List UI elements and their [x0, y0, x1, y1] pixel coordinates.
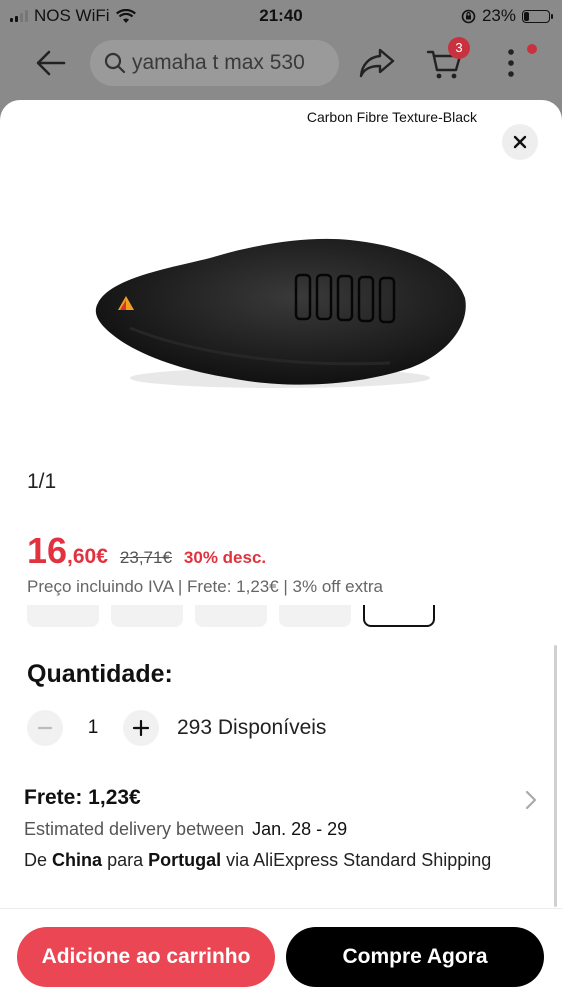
- shipping-section[interactable]: Frete: 1,23€ Estimated delivery between J…: [0, 775, 562, 905]
- battery-icon: [522, 9, 553, 23]
- quantity-title: Quantidade:: [27, 660, 173, 688]
- product-image[interactable]: [90, 228, 470, 403]
- route-connector: para: [107, 850, 144, 870]
- chevron-right-icon[interactable]: [525, 790, 537, 810]
- shipping-route: De China para Portugal via AliExpress St…: [24, 849, 504, 872]
- share-icon[interactable]: [358, 46, 396, 80]
- variant-swatch[interactable]: [111, 605, 183, 627]
- search-icon: [104, 52, 126, 74]
- price-integer: 16: [27, 530, 68, 571]
- search-text: yamaha t max 530: [132, 51, 305, 74]
- decrease-quantity-button[interactable]: [27, 710, 63, 746]
- route-prefix: De: [24, 850, 48, 870]
- price-note: Preço incluindo IVA | Frete: 1,23€ | 3% …: [27, 577, 383, 596]
- quantity-stepper: 1 293 Disponíveis: [27, 710, 326, 746]
- route-origin: China: [52, 850, 103, 870]
- image-index: 1/1: [27, 470, 57, 493]
- plus-icon: [133, 720, 149, 736]
- available-stock: 293 Disponíveis: [177, 716, 327, 739]
- search-header: yamaha t max 530 3: [0, 32, 562, 94]
- variant-name: Carbon Fibre Texture-Black: [306, 109, 477, 125]
- quantity-value[interactable]: 1: [63, 717, 123, 739]
- buy-now-button[interactable]: Compre Agora: [286, 927, 544, 987]
- increase-quantity-button[interactable]: [123, 710, 159, 746]
- status-right: 23%: [461, 6, 553, 26]
- variant-swatch-selected[interactable]: [363, 605, 435, 627]
- delivery-estimate-label: Estimated delivery between: [24, 819, 245, 839]
- original-price: 23,71€: [119, 548, 172, 567]
- cart-count-badge: 3: [448, 37, 470, 59]
- divider: [0, 908, 562, 909]
- add-to-cart-button[interactable]: Adicione ao carrinho: [17, 927, 275, 987]
- more-icon[interactable]: [505, 46, 517, 80]
- sku-selection-sheet: Carbon Fibre Texture-Black 1/1 16 ,60€ 2…: [0, 100, 562, 999]
- delivery-dates: Jan. 28 - 29: [252, 819, 348, 839]
- battery-percent: 23%: [481, 6, 516, 25]
- rotation-lock-icon: [461, 9, 476, 23]
- price-row: 16 ,60€ 23,71€ 30% desc.: [27, 530, 266, 572]
- variant-swatch[interactable]: [195, 605, 267, 627]
- search-input[interactable]: yamaha t max 530: [90, 40, 339, 86]
- variant-swatch[interactable]: [27, 605, 99, 627]
- shipping-title: Frete: 1,23€: [24, 786, 141, 809]
- variant-swatches: [27, 605, 447, 629]
- discount-label: 30% desc.: [183, 548, 267, 567]
- close-icon: [513, 135, 527, 149]
- route-method: via AliExpress Standard Shipping: [226, 850, 492, 870]
- route-destination: Portugal: [148, 850, 222, 870]
- close-button[interactable]: [502, 124, 538, 160]
- variant-swatch[interactable]: [279, 605, 351, 627]
- back-arrow-icon[interactable]: [34, 46, 68, 80]
- price-decimal: ,60€: [67, 545, 108, 568]
- delivery-estimate: Estimated delivery between Jan. 28 - 29: [24, 819, 347, 840]
- minus-icon: [38, 726, 52, 730]
- status-bar: NOS WiFi 21:40 23%: [0, 0, 562, 32]
- notification-dot: [527, 44, 537, 54]
- scrollbar[interactable]: [554, 645, 557, 907]
